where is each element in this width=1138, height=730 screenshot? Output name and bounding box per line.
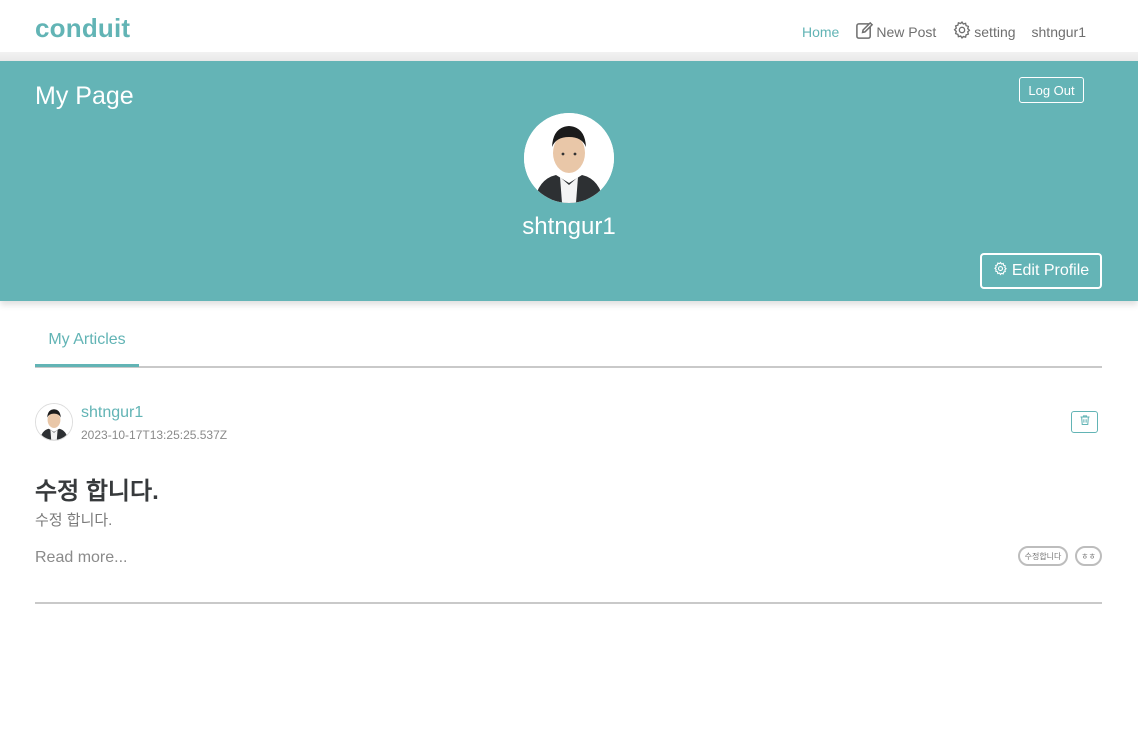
profile-avatar (524, 113, 614, 203)
tag-pill[interactable]: ㅎㅎ (1075, 546, 1102, 566)
logout-button[interactable]: Log Out (1019, 77, 1084, 103)
tag-pill[interactable]: 수정합니다 (1018, 546, 1068, 566)
article-divider (35, 602, 1102, 604)
article-description: 수정 합니다. (35, 512, 113, 529)
read-more-link[interactable]: Read more... (35, 549, 127, 567)
nav-new-post-label: New Post (876, 23, 937, 40)
nav-profile-label: shtngur1 (1031, 23, 1086, 40)
tab-my-articles[interactable]: My Articles (35, 316, 139, 367)
navbar-shadow (0, 52, 1138, 61)
nav-setting-label: setting (974, 23, 1016, 40)
nav-setting[interactable]: setting (952, 20, 1016, 43)
profile-username: shtngur1 (522, 213, 616, 240)
article-date: 2023-10-17T13:25:25.537Z (81, 428, 228, 442)
edit-profile-label: Edit Profile (1011, 262, 1090, 279)
nav-profile[interactable]: shtngur1 (1032, 24, 1086, 40)
edit-icon (855, 21, 876, 43)
gear-icon (952, 20, 974, 43)
nav-new-post[interactable]: New Post (855, 21, 936, 43)
article-title[interactable]: 수정 합니다. (35, 471, 159, 506)
article-author[interactable]: shtngur1 (81, 404, 143, 422)
brand-logo[interactable]: conduit (35, 13, 130, 44)
author-avatar[interactable] (35, 403, 73, 441)
article-tabs: My Articles (35, 316, 1102, 368)
navbar: conduit Home New Post setting shtngur1 (0, 0, 1138, 52)
profile-banner: My Page Log Out shtngur1 Edit Profile (0, 61, 1138, 301)
page-title: My Page (35, 82, 134, 110)
edit-profile-button[interactable]: Edit Profile (980, 253, 1102, 289)
trash-icon (1079, 413, 1091, 431)
nav-home[interactable]: Home (802, 24, 839, 40)
nav-links: Home New Post setting shtngur1 (786, 20, 1086, 43)
nav-home-label: Home (801, 23, 840, 40)
delete-article-button[interactable] (1071, 411, 1098, 433)
gear-icon (993, 261, 1012, 281)
